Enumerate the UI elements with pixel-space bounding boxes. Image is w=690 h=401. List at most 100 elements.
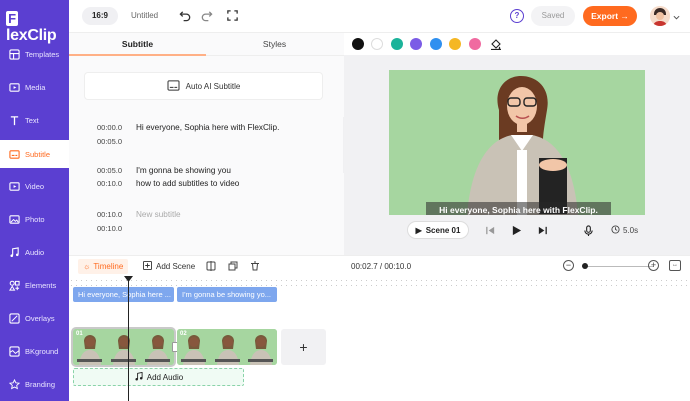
clip-thumbnail xyxy=(244,329,277,365)
fit-timeline-icon[interactable]: ↔ xyxy=(669,260,681,271)
timeline-label: Timeline xyxy=(93,262,124,271)
timeline-time: 00:02.7 / 00:10.0 xyxy=(351,262,412,271)
timeline-icon: ☼ xyxy=(83,262,91,271)
branding-icon xyxy=(9,378,20,390)
zoom-out-button[interactable]: − xyxy=(563,260,574,271)
add-scene-button[interactable]: Add Scene xyxy=(143,261,195,272)
play-icon: ▶ xyxy=(415,225,422,235)
sidebar-item-audio[interactable]: Audio xyxy=(0,238,69,266)
scene-selector-button[interactable]: ▶ Scene 01 xyxy=(407,221,469,239)
color-swatch[interactable] xyxy=(449,38,461,50)
timeline-tab[interactable]: ☼ Timeline xyxy=(78,259,129,274)
active-tab-indicator xyxy=(69,54,206,56)
sidebar-item-overlays[interactable]: Overlays xyxy=(0,304,69,332)
clip-number: 01 xyxy=(76,331,83,337)
tab-subtitle[interactable]: Subtitle xyxy=(69,33,206,55)
sidebar-item-templates[interactable]: Templates xyxy=(0,40,69,68)
top-toolbar: 16:9 Untitled ? Saved Export → xyxy=(69,0,690,33)
undo-icon[interactable] xyxy=(179,9,192,22)
subtitle-track-item[interactable]: I'm gonna be showing yo... xyxy=(177,287,277,302)
subtitle-start-time[interactable]: 00:00.0 xyxy=(97,121,127,135)
project-title[interactable]: Untitled xyxy=(131,11,158,20)
clock-icon xyxy=(611,225,620,236)
video-caption[interactable]: Hi everyone, Sophia here with FlexClip. xyxy=(426,202,611,215)
skip-back-icon[interactable] xyxy=(485,225,496,236)
video-icon xyxy=(9,181,20,192)
sidebar-item-bkground[interactable]: BKground xyxy=(0,337,69,365)
subtitle-text-placeholder[interactable]: New subtitle xyxy=(136,208,336,222)
sidebar-item-branding[interactable]: Branding xyxy=(0,370,69,398)
subtitle-panel: Subtitle Styles Auto AI Subtitle 00:00.0… xyxy=(69,33,344,255)
subtitle-icon xyxy=(167,79,180,93)
color-swatch[interactable] xyxy=(391,38,403,50)
avatar[interactable] xyxy=(650,6,670,26)
add-clip-button[interactable]: + xyxy=(281,329,326,365)
video-canvas[interactable]: Hi everyone, Sophia here with FlexClip. xyxy=(389,70,645,215)
scene-clip[interactable]: 01 xyxy=(71,327,176,367)
elements-icon xyxy=(9,280,20,291)
subtitle-text[interactable]: I'm gonna be showing you how to add subt… xyxy=(136,164,336,190)
sidebar-item-label: Text xyxy=(25,115,39,125)
clip-number: 02 xyxy=(180,331,187,337)
redo-icon[interactable] xyxy=(200,9,213,22)
flexclip-editor: FlexClip Templates Media Text Subtitle V… xyxy=(0,0,690,401)
subtitle-start-time[interactable]: 00:10.0 xyxy=(97,208,127,222)
auto-ai-subtitle-button[interactable]: Auto AI Subtitle xyxy=(85,73,322,99)
text-icon xyxy=(9,115,20,126)
sidebar-item-text[interactable]: Text xyxy=(0,106,69,134)
subtitle-track-item[interactable]: Hi everyone, Sophia here ... xyxy=(73,287,174,302)
sidebar-item-label: Audio xyxy=(25,247,45,257)
duplicate-icon[interactable] xyxy=(228,261,238,271)
sidebar-item-label: Branding xyxy=(25,379,56,389)
sidebar-item-label: Overlays xyxy=(25,313,55,323)
subtitle-end-time[interactable]: 00:10.0 xyxy=(97,177,127,191)
fill-bucket-icon[interactable] xyxy=(490,38,502,51)
sidebar-item-label: BKground xyxy=(25,346,59,356)
color-swatch[interactable] xyxy=(352,38,364,50)
sidebar-item-subtitle[interactable]: Subtitle xyxy=(0,140,69,168)
saved-button[interactable]: Saved xyxy=(531,6,575,26)
subtitle-icon xyxy=(9,149,20,160)
clip-thumbnail xyxy=(107,329,140,365)
subtitle-end-time[interactable]: 00:05.0 xyxy=(97,135,127,149)
color-swatch[interactable] xyxy=(410,38,422,50)
color-swatch[interactable] xyxy=(469,38,481,50)
color-swatch[interactable] xyxy=(430,38,442,50)
chevron-down-icon[interactable] xyxy=(673,13,680,20)
scene-clip[interactable]: 02 xyxy=(177,329,277,365)
help-icon[interactable]: ? xyxy=(510,9,524,23)
split-icon[interactable] xyxy=(206,261,216,271)
sidebar-item-label: Elements xyxy=(25,280,57,290)
sidebar-item-photo[interactable]: Photo xyxy=(0,205,69,233)
aspect-ratio-button[interactable]: 16:9 xyxy=(82,7,118,25)
subtitle-text[interactable]: Hi everyone, Sophia here with FlexClip. xyxy=(136,121,336,135)
overlays-icon xyxy=(9,312,20,324)
sidebar-item-elements[interactable]: Elements xyxy=(0,271,69,299)
auto-ai-subtitle-label: Auto AI Subtitle xyxy=(185,81,241,91)
sidebar-item-label: Templates xyxy=(25,49,60,59)
microphone-icon[interactable] xyxy=(583,225,594,236)
tab-styles[interactable]: Styles xyxy=(206,33,343,55)
scene-duration[interactable]: 5.0s xyxy=(611,225,638,236)
trash-icon[interactable] xyxy=(250,261,260,271)
color-swatch[interactable] xyxy=(371,38,383,50)
export-button[interactable]: Export → xyxy=(583,6,637,26)
zoom-slider-handle[interactable] xyxy=(582,263,588,269)
preview-area: Hi everyone, Sophia here with FlexClip. … xyxy=(344,55,690,255)
zoom-slider[interactable] xyxy=(582,266,654,267)
playhead[interactable] xyxy=(128,276,129,401)
add-audio-button[interactable]: Add Audio xyxy=(73,368,244,386)
subtitle-end-time[interactable]: 00:10.0 xyxy=(97,222,127,236)
skip-forward-icon[interactable] xyxy=(537,225,548,236)
sidebar-item-media[interactable]: Media xyxy=(0,73,69,101)
sidebar-item-label: Photo xyxy=(25,214,45,224)
sidebar-item-label: Media xyxy=(25,82,46,92)
fullscreen-icon[interactable] xyxy=(226,9,239,22)
subtitle-start-time[interactable]: 00:05.0 xyxy=(97,164,127,178)
sidebar-item-video[interactable]: Video xyxy=(0,172,69,200)
clip-thumbnail xyxy=(141,329,174,365)
timeline-area: Hi everyone, Sophia here ... I'm gonna b… xyxy=(69,276,690,401)
add-audio-label: Add Audio xyxy=(146,372,184,382)
play-button-icon[interactable] xyxy=(511,225,523,237)
zoom-in-button[interactable]: + xyxy=(648,260,659,271)
